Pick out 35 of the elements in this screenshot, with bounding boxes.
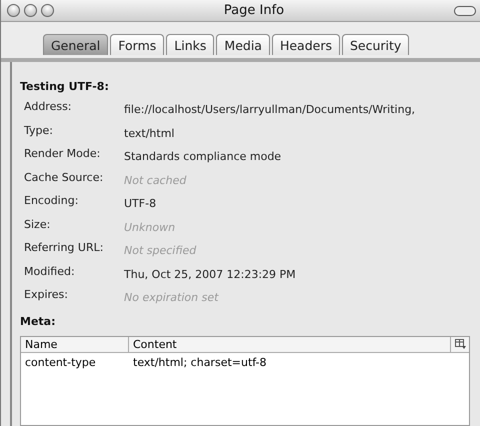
table-cell-text: content-type — [24, 354, 97, 370]
field-label: Modified: — [24, 264, 76, 280]
tab[interactable]: Links — [166, 34, 214, 55]
field-value: Standards compliance mode — [124, 149, 282, 165]
tab[interactable]: Media — [216, 34, 270, 55]
field-label: Size: — [24, 216, 52, 232]
close-icon[interactable] — [7, 4, 20, 17]
field-value: Not specified — [124, 243, 198, 259]
field-label: Cache Source: — [24, 170, 104, 186]
field-label: Expires: — [24, 287, 69, 303]
field-label: Address: — [24, 99, 73, 115]
field-label: Encoding: — [24, 193, 80, 209]
tab[interactable]: Headers — [272, 34, 340, 55]
field-label: Render Mode: — [24, 146, 102, 162]
section-heading: Testing UTF-8: — [20, 80, 110, 93]
field-label: Referring URL: — [24, 240, 104, 256]
field-value: text/html — [124, 126, 176, 142]
column-header[interactable]: Name — [21, 336, 129, 352]
zoom-icon[interactable] — [41, 4, 54, 17]
toolbar-toggle-icon[interactable] — [454, 6, 476, 16]
section-heading: Meta: — [20, 314, 56, 328]
field-label: Type: — [24, 122, 54, 138]
field-value: Thu, Oct 25, 2007 12:23:29 PM — [124, 266, 297, 282]
tab[interactable]: General — [43, 34, 108, 55]
minimize-icon[interactable] — [24, 4, 37, 17]
table-cell-text: text/html; charset=utf-8 — [132, 354, 268, 370]
field-value: file://localhost/Users/larryullman/Documents/Writing, — [124, 102, 416, 118]
tab[interactable]: Security — [342, 34, 410, 55]
column-header[interactable]: Content — [129, 336, 451, 352]
field-value: Not cached — [124, 172, 188, 188]
field-value: UTF-8 — [124, 196, 158, 212]
field-value: No expiration set — [124, 290, 220, 306]
window-title: Page Info — [222, 3, 286, 18]
tab[interactable]: Forms — [110, 34, 164, 55]
field-value: Unknown — [124, 220, 176, 236]
